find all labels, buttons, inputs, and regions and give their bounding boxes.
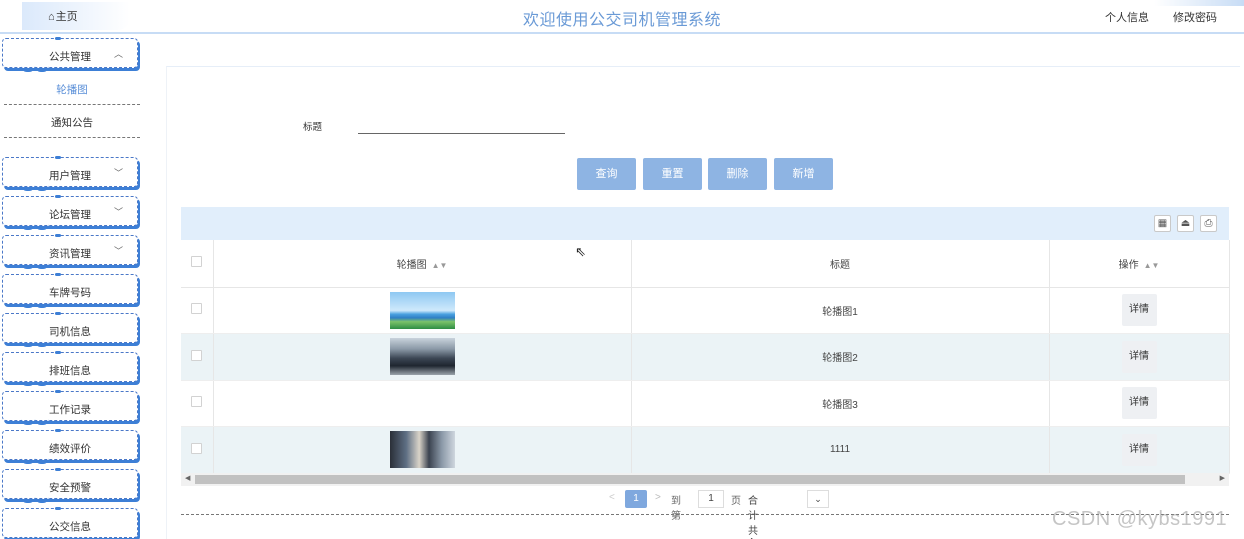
row-title: 轮播图1: [631, 287, 1050, 334]
menu-driver-info[interactable]: 司机信息: [2, 312, 138, 347]
header-title-label: 标题: [830, 259, 850, 271]
menu-label: 安全预警: [49, 482, 91, 494]
table-row: 1111 详情: [181, 426, 1230, 474]
export-icon[interactable]: ⏏: [1177, 215, 1194, 232]
select-all-checkbox[interactable]: [191, 256, 203, 268]
menu-bus-info[interactable]: 公交信息: [2, 507, 138, 538]
chevron-down-icon: ﹀: [113, 207, 123, 217]
header-action-label: 操作: [1118, 259, 1139, 271]
header-image-label: 轮播图: [396, 259, 427, 271]
menu-forum-manage[interactable]: 论坛管理 ﹀: [2, 195, 138, 230]
carousel-thumbnail-image: [389, 338, 455, 376]
page-number-current[interactable]: 1: [625, 490, 647, 508]
horizontal-scrollbar[interactable]: ◀ ▶: [181, 473, 1229, 486]
menu-label: 车牌号码: [49, 287, 91, 299]
sort-icon[interactable]: ▲▼: [432, 261, 448, 270]
page-unit-label: 页: [731, 496, 741, 507]
row-checkbox[interactable]: [191, 349, 203, 361]
header-action[interactable]: 操作 ▲▼: [1049, 240, 1230, 288]
empty-image-cell: [213, 380, 632, 427]
main-panel: 标题 查询 重置 删除 新增 ▦ ⏏ ⎙ 轮播图 ▲▼ 标题 操作 ▲▼ 轮播图…: [166, 66, 1240, 539]
add-button[interactable]: 新增: [774, 158, 833, 190]
row-checkbox[interactable]: [191, 303, 203, 315]
row-checkbox[interactable]: [191, 396, 203, 408]
change-password-link[interactable]: 修改密码: [1173, 9, 1217, 25]
row-checkbox[interactable]: [191, 442, 203, 454]
menu-plate[interactable]: 车牌号码: [2, 273, 138, 308]
menu-label: 工作记录: [49, 404, 91, 416]
row-title: 轮播图3: [631, 380, 1050, 427]
table-row: 轮播图1 详情: [181, 287, 1230, 334]
scroll-left-arrow-icon[interactable]: ◀: [185, 474, 190, 482]
carousel-thumbnail-image: [389, 291, 455, 329]
header-checkbox-cell: [181, 240, 214, 288]
row-title: 1111: [631, 426, 1050, 474]
page-size-select-chevron-down-icon[interactable]: ⌄: [807, 490, 829, 508]
table-toolbar: ▦ ⏏ ⎙: [181, 207, 1229, 240]
top-accent-decoration: [1154, 0, 1244, 6]
menu-safety-alert[interactable]: 安全预警: [2, 468, 138, 503]
chevron-up-icon: ︿: [113, 49, 123, 59]
menu-label: 排班信息: [49, 365, 91, 377]
scroll-right-arrow-icon[interactable]: ▶: [1220, 474, 1225, 482]
table-row: 轮播图2 详情: [181, 333, 1230, 381]
submenu-carousel[interactable]: 轮播图: [4, 75, 140, 105]
top-bar: ⌂主页 欢迎使用公交司机管理系统 个人信息 修改密码: [0, 0, 1244, 34]
columns-filter-icon[interactable]: ▦: [1154, 215, 1171, 232]
menu-public-manage[interactable]: 公共管理 ︿: [2, 37, 138, 72]
system-title: 欢迎使用公交司机管理系统: [522, 12, 721, 29]
detail-button[interactable]: 详情: [1121, 433, 1157, 466]
submenu-notice[interactable]: 通知公告: [4, 108, 140, 138]
table-grid: 轮播图 ▲▼ 标题 操作 ▲▼ 轮播图1 详情 轮播图2 详情 轮播图3 详情 …: [181, 240, 1230, 474]
data-table: ▦ ⏏ ⎙ 轮播图 ▲▼ 标题 操作 ▲▼ 轮播图1 详情 轮播图2 详情 轮播…: [181, 207, 1230, 539]
menu-label: 司机信息: [49, 326, 91, 338]
header-title: 标题: [631, 240, 1050, 288]
goto-page-input[interactable]: 1: [698, 490, 724, 508]
reset-button[interactable]: 重置: [643, 158, 702, 190]
table-header-row: 轮播图 ▲▼ 标题 操作 ▲▼: [181, 240, 1230, 288]
query-button[interactable]: 查询: [577, 158, 636, 190]
detail-button[interactable]: 详情: [1121, 387, 1157, 420]
total-count: 合计共 4 条: [748, 496, 758, 539]
table-row: 轮播图3 详情: [181, 380, 1230, 427]
menu-work-record[interactable]: 工作记录: [2, 390, 138, 425]
sort-icon[interactable]: ▲▼: [1144, 261, 1160, 270]
row-title: 轮播图2: [631, 333, 1050, 381]
next-page-icon[interactable]: >: [655, 492, 661, 503]
app-page: ⌂主页 欢迎使用公交司机管理系统 个人信息 修改密码 公共管理 ︿ 轮播图 通知…: [0, 0, 1244, 539]
search-title-label: 标题: [303, 122, 323, 133]
delete-button[interactable]: 删除: [708, 158, 767, 190]
sidebar: 公共管理 ︿ 轮播图 通知公告 用户管理 ﹀ 论坛管理 ﹀ 资讯管理 ﹀ 车牌号…: [0, 34, 146, 539]
chevron-down-icon: ﹀: [113, 168, 123, 178]
detail-button[interactable]: 详情: [1121, 340, 1157, 373]
watermark: CSDN @kybs1991: [1052, 508, 1228, 530]
header-image[interactable]: 轮播图 ▲▼: [213, 240, 632, 288]
prev-page-icon[interactable]: <: [609, 492, 615, 503]
mouse-cursor-icon: ⇖: [575, 244, 586, 259]
menu-label: 公交信息: [49, 521, 91, 533]
scrollbar-thumb[interactable]: [195, 475, 1185, 484]
menu-news-manage[interactable]: 资讯管理 ﹀: [2, 234, 138, 269]
menu-user-manage[interactable]: 用户管理 ﹀: [2, 156, 138, 191]
chevron-down-icon: ﹀: [113, 246, 123, 256]
menu-performance[interactable]: 绩效评价: [2, 429, 138, 464]
goto-label: 到第: [671, 496, 681, 522]
print-icon[interactable]: ⎙: [1200, 215, 1217, 232]
detail-button[interactable]: 详情: [1121, 294, 1157, 327]
search-title-input[interactable]: [358, 114, 565, 134]
menu-label: 绩效评价: [49, 443, 91, 455]
menu-schedule[interactable]: 排班信息: [2, 351, 138, 386]
carousel-thumbnail-image: [389, 431, 455, 469]
personal-info-link[interactable]: 个人信息: [1105, 9, 1149, 25]
